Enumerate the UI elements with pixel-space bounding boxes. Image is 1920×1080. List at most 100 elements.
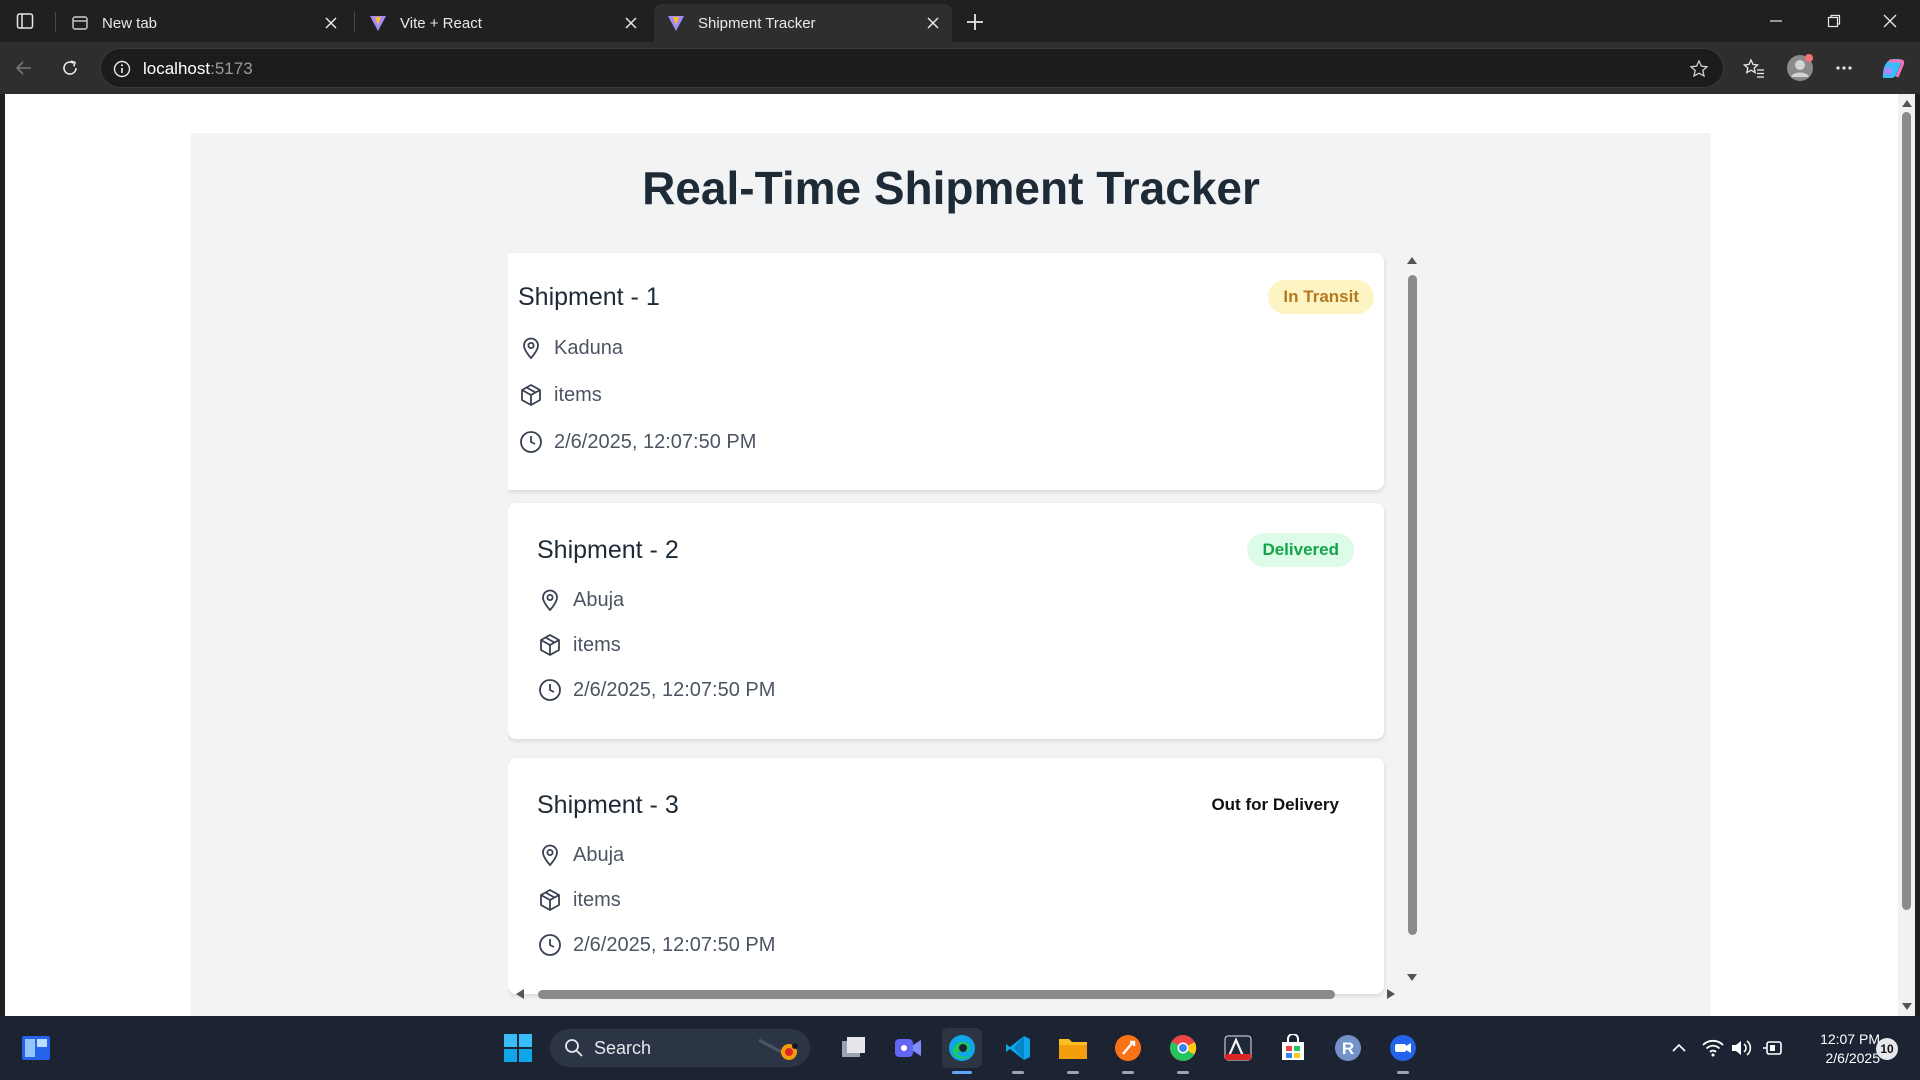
- tab-actions-icon[interactable]: [10, 6, 40, 36]
- show-hidden-icons-button[interactable]: [1667, 1036, 1691, 1060]
- shipment-items-row: items: [537, 887, 621, 913]
- browser-tabstrip: New tab Vite + React Shipment Tracker: [0, 0, 1920, 42]
- page-vertical-scrollbar[interactable]: [1898, 94, 1915, 1016]
- scroll-right-icon[interactable]: [1387, 989, 1395, 999]
- zoom-button[interactable]: [1383, 1028, 1423, 1074]
- battery-icon: [1763, 1041, 1782, 1055]
- running-indicator: [1067, 1071, 1079, 1074]
- profile-button[interactable]: [1784, 52, 1816, 84]
- folder-icon: [1059, 1039, 1087, 1059]
- scroll-left-icon[interactable]: [516, 989, 524, 999]
- file-explorer-button[interactable]: [1053, 1028, 1093, 1074]
- edge-taskbar-button[interactable]: [942, 1028, 982, 1074]
- tab-new-tab[interactable]: New tab: [58, 4, 350, 42]
- chevron-up-icon: [1672, 1043, 1686, 1052]
- restore-button[interactable]: [1806, 0, 1862, 42]
- vscode-icon: [1006, 1036, 1030, 1060]
- wifi-status[interactable]: [1701, 1036, 1725, 1060]
- chrome-button[interactable]: [1163, 1028, 1203, 1074]
- speaker-icon: [1732, 1040, 1752, 1056]
- copilot-button[interactable]: [1876, 52, 1908, 84]
- address-bar[interactable]: localhost:5173: [100, 48, 1724, 88]
- close-tab-icon[interactable]: [322, 14, 340, 32]
- scroll-up-icon[interactable]: [1407, 257, 1417, 264]
- refresh-icon: [63, 60, 77, 75]
- scroll-up-icon[interactable]: [1902, 100, 1912, 107]
- shipment-timestamp: 2/6/2025, 12:07:50 PM: [554, 430, 757, 453]
- shipment-title: Shipment - 3: [537, 791, 679, 819]
- task-view-icon: [842, 1037, 865, 1057]
- shipment-card: Shipment - 3 Out for Delivery Abuja item…: [508, 758, 1384, 994]
- tab-separator: [55, 12, 56, 32]
- shipment-location: Abuja: [573, 588, 625, 611]
- scrollbar-thumb[interactable]: [1902, 112, 1911, 910]
- postman-button[interactable]: [1108, 1028, 1148, 1074]
- map-pin-icon: [518, 335, 544, 361]
- shipment-card: Shipment - 1 In Transit Kaduna items 2/6…: [508, 253, 1384, 490]
- app-container: Real-Time Shipment Tracker Shipment - 1 …: [191, 133, 1711, 1016]
- status-badge: Out for Delivery: [1211, 795, 1339, 814]
- scrollbar-thumb[interactable]: [538, 990, 1335, 999]
- task-view-button[interactable]: [834, 1028, 874, 1068]
- microsoft-store-button[interactable]: [1273, 1028, 1313, 1068]
- minimize-icon: [1770, 20, 1782, 22]
- list-vertical-scrollbar[interactable]: [1403, 253, 1421, 985]
- url-host: localhost: [143, 59, 211, 78]
- tab-separator: [354, 12, 355, 32]
- tab-shipment-tracker[interactable]: Shipment Tracker: [654, 4, 952, 42]
- scroll-down-icon[interactable]: [1902, 1003, 1912, 1010]
- windows-start-icon: [504, 1034, 532, 1062]
- site-info-icon[interactable]: [111, 58, 133, 80]
- close-tab-icon[interactable]: [924, 14, 942, 32]
- shipment-items-row: items: [537, 632, 621, 658]
- scroll-down-icon[interactable]: [1407, 974, 1417, 981]
- start-button[interactable]: [498, 1028, 538, 1068]
- shipment-location-row: Kaduna: [518, 335, 623, 361]
- teams-button[interactable]: [888, 1028, 928, 1068]
- package-icon: [537, 632, 563, 658]
- rstudio-button[interactable]: R: [1328, 1028, 1368, 1068]
- new-tab-icon: [70, 13, 90, 33]
- refresh-button[interactable]: [54, 52, 86, 84]
- volume-status[interactable]: [1729, 1036, 1753, 1060]
- favorite-star-icon[interactable]: [1687, 57, 1711, 81]
- taskbar-clock[interactable]: 12:07 PM 2/6/2025: [1800, 1030, 1880, 1068]
- scrollbar-thumb[interactable]: [1408, 275, 1417, 935]
- edge-icon: [949, 1035, 975, 1061]
- running-indicator: [1122, 1071, 1134, 1074]
- taskbar-search[interactable]: Search: [550, 1029, 810, 1067]
- running-indicator: [1397, 1071, 1409, 1074]
- map-pin-icon: [537, 842, 563, 868]
- vscode-button[interactable]: [998, 1028, 1038, 1074]
- back-arrow-icon: [15, 61, 31, 75]
- close-tab-icon[interactable]: [622, 14, 640, 32]
- more-options-button[interactable]: [1828, 52, 1860, 84]
- list-horizontal-scrollbar[interactable]: [508, 985, 1403, 1003]
- search-icon: [565, 1039, 583, 1057]
- back-button[interactable]: [8, 52, 40, 84]
- notification-badge[interactable]: 10: [1876, 1038, 1898, 1060]
- vite-icon: [368, 13, 388, 33]
- new-tab-button[interactable]: [960, 7, 990, 37]
- favorites-icon: [1743, 58, 1764, 78]
- clock-date: 2/6/2025: [1825, 1050, 1881, 1066]
- close-window-button[interactable]: [1862, 0, 1918, 42]
- battery-status[interactable]: [1761, 1036, 1785, 1060]
- vite-icon: [666, 13, 686, 33]
- widgets-button[interactable]: [16, 1028, 56, 1068]
- profile-avatar-icon: [1787, 54, 1813, 81]
- close-icon: [1883, 14, 1897, 28]
- shipment-list[interactable]: Shipment - 1 In Transit Kaduna items 2/6…: [508, 253, 1403, 1001]
- shipment-time-row: 2/6/2025, 12:07:50 PM: [537, 932, 775, 958]
- search-label: Search: [594, 1038, 652, 1058]
- chrome-icon: [1170, 1035, 1197, 1061]
- shipment-items: items: [573, 888, 621, 911]
- svg-text:R: R: [1342, 1039, 1354, 1058]
- favorites-button[interactable]: [1738, 52, 1770, 84]
- url-text: localhost:5173: [143, 59, 253, 79]
- minimize-button[interactable]: [1748, 0, 1804, 42]
- page-viewport: Real-Time Shipment Tracker Shipment - 1 …: [5, 94, 1898, 1016]
- shipment-location-row: Abuja: [537, 587, 624, 613]
- adobe-button[interactable]: [1218, 1028, 1258, 1068]
- tab-vite-react[interactable]: Vite + React: [356, 4, 650, 42]
